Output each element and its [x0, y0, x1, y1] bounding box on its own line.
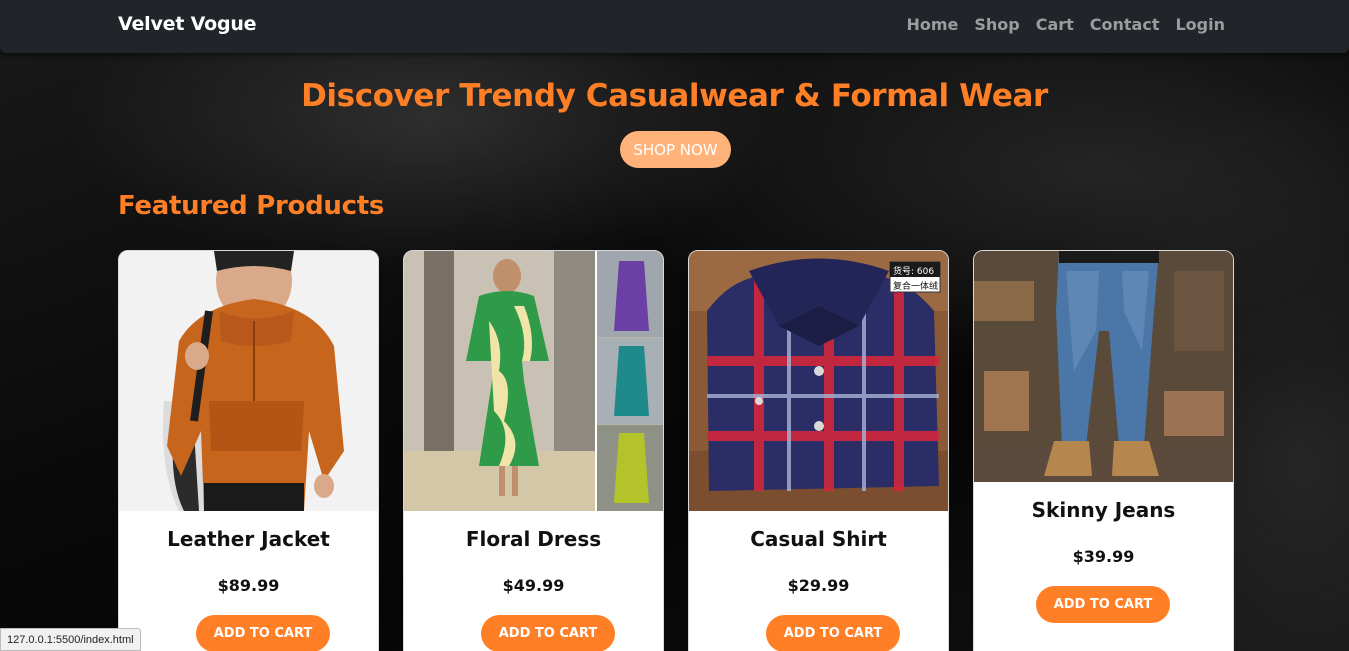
product-name: Skinny Jeans — [1031, 498, 1176, 522]
product-price: $39.99 — [1072, 547, 1135, 566]
brand-logo[interactable]: Velvet Vogue — [118, 13, 257, 35]
shirt-tag-line2: 复合一体绒 — [893, 280, 938, 292]
product-card-leather-jacket: Leather Jacket $89.99 ADD TO CART — [118, 250, 379, 651]
product-price: $89.99 — [217, 576, 280, 595]
add-to-cart-button-skinny-jeans[interactable]: ADD TO CART — [1036, 586, 1170, 623]
product-card-casual-shirt: 货号: 606 复合一体绒 Casual Shirt $29.99 ADD TO… — [688, 250, 949, 651]
nav-link-shop[interactable]: Shop — [974, 15, 1019, 34]
shop-now-button[interactable]: SHOP NOW — [620, 131, 731, 168]
add-to-cart-button-leather-jacket[interactable]: ADD TO CART — [196, 615, 330, 651]
product-image-skinny-jeans — [974, 251, 1233, 482]
product-card-skinny-jeans: Skinny Jeans $39.99 ADD TO CART — [973, 250, 1234, 651]
navbar: Velvet Vogue Home Shop Cart Contact Logi… — [0, 0, 1349, 53]
product-price: $49.99 — [502, 576, 565, 595]
product-card-floral-dress: Floral Dress $49.99 ADD TO CART — [403, 250, 664, 651]
product-name: Floral Dress — [465, 527, 602, 551]
nav-link-login[interactable]: Login — [1175, 15, 1225, 34]
shirt-tag-line1: 货号: 606 — [893, 265, 934, 277]
nav-link-cart[interactable]: Cart — [1036, 15, 1074, 34]
add-to-cart-button-floral-dress[interactable]: ADD TO CART — [481, 615, 615, 651]
featured-products-title: Featured Products — [118, 191, 385, 221]
nav-link-home[interactable]: Home — [906, 15, 958, 34]
add-to-cart-button-casual-shirt[interactable]: ADD TO CART — [766, 615, 900, 651]
nav-links: Home Shop Cart Contact Login — [906, 15, 1225, 34]
product-name: Casual Shirt — [750, 527, 887, 551]
hero-title: Discover Trendy Casualwear & Formal Wear — [301, 78, 1048, 114]
product-price: $29.99 — [787, 576, 850, 595]
nav-link-contact[interactable]: Contact — [1090, 15, 1160, 34]
product-image-leather-jacket — [119, 251, 378, 511]
status-url: 127.0.0.1:5500/index.html — [0, 628, 141, 651]
product-image-casual-shirt: 货号: 606 复合一体绒 — [689, 251, 948, 511]
product-image-floral-dress — [404, 251, 663, 511]
product-name: Leather Jacket — [167, 527, 330, 551]
